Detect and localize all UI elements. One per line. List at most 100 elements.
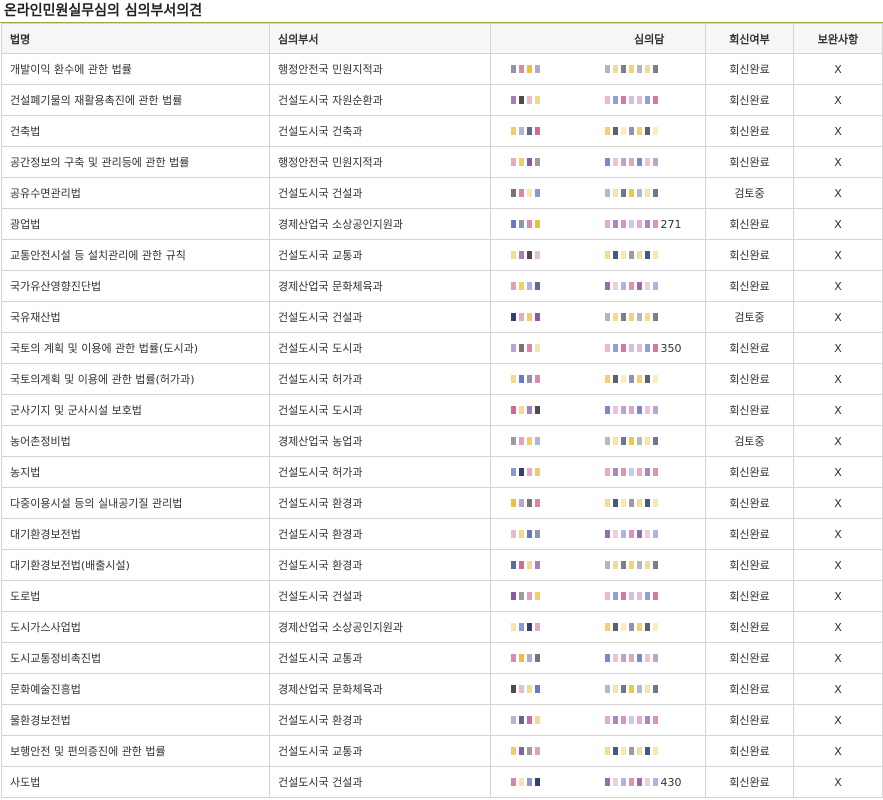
- reply-status-cell: 회신완료: [705, 394, 794, 426]
- pixelated-mask-block: [644, 251, 650, 259]
- pixelated-mask-block: [628, 158, 634, 166]
- table-row[interactable]: 군사기지 및 군사시설 보호법 건설도시국 도시과 회신완료 X: [1, 394, 883, 426]
- department-cell: 건설도시국 건설과: [269, 177, 491, 209]
- pixelated-mask-block: [612, 437, 618, 445]
- supplement-cell: X: [793, 394, 883, 426]
- pixelated-mask-block: [604, 685, 610, 693]
- pixelated-mask-block: [527, 65, 532, 73]
- reviewer-phone-masked: 271: [574, 208, 706, 240]
- table-row[interactable]: 국가유산영향진단법 경제산업국 문화체육과 회신완료 X: [1, 270, 883, 302]
- reviewer-name-masked: [490, 704, 575, 736]
- pixelated-mask-block: [511, 375, 516, 383]
- pixelated-mask-block: [535, 158, 540, 166]
- pixelated-mask-block: [519, 530, 524, 538]
- pixelated-mask-block: [527, 468, 532, 476]
- phone-tail-digits: 430: [660, 775, 682, 789]
- pixelated-mask-block: [527, 499, 532, 507]
- pixelated-mask-block: [527, 282, 532, 290]
- pixelated-mask-block: [535, 189, 540, 197]
- reviewer-phone-masked: [574, 270, 706, 302]
- pixelated-mask-block: [628, 220, 634, 228]
- table-row[interactable]: 농어촌정비법 경제산업국 농업과 검토중 X: [1, 425, 883, 457]
- pixelated-mask-block: [644, 313, 650, 321]
- table-row[interactable]: 농지법 건설도시국 허가과 회신완료 X: [1, 456, 883, 488]
- pixelated-mask-block: [511, 685, 516, 693]
- table-row[interactable]: 공간정보의 구축 및 관리등에 관한 법률 행정안전국 민원지적과 회신완료 X: [1, 146, 883, 178]
- department-cell: 건설도시국 도시과: [269, 394, 491, 426]
- pixelated-mask-block: [604, 437, 610, 445]
- pixelated-mask-block: [604, 747, 610, 755]
- supplement-cell: X: [793, 704, 883, 736]
- pixelated-mask-block: [644, 437, 650, 445]
- reviewer-name-masked: [490, 425, 575, 457]
- supplement-cell: X: [793, 177, 883, 209]
- pixelated-mask-block: [511, 282, 516, 290]
- pixelated-mask-block: [628, 685, 634, 693]
- reviewer-phone-masked: [574, 673, 706, 705]
- pixelated-mask-block: [604, 406, 610, 414]
- pixelated-mask-block: [527, 158, 532, 166]
- table-row[interactable]: 도로법 건설도시국 건설과 회신완료 X: [1, 580, 883, 612]
- department-cell: 건설도시국 교통과: [269, 735, 491, 767]
- pixelated-mask-block: [644, 468, 650, 476]
- table-row[interactable]: 사도법 건설도시국 건설과 430 회신완료 X: [1, 766, 883, 798]
- table-row[interactable]: 교통안전시설 등 설치관리에 관한 규칙 건설도시국 교통과 회신완료 X: [1, 239, 883, 271]
- pixelated-mask-block: [620, 406, 626, 414]
- table-row[interactable]: 문화예술진흥법 경제산업국 문화체육과 회신완료 X: [1, 673, 883, 705]
- reviewer-name-masked: [490, 487, 575, 519]
- table-row[interactable]: 광업법 경제산업국 소상공인지원과 271 회신완료 X: [1, 208, 883, 240]
- pixelated-mask-block: [511, 778, 516, 786]
- pixelated-mask-block: [652, 468, 658, 476]
- law-name-cell: 대기환경보전법: [1, 518, 270, 550]
- table-row[interactable]: 공유수면관리법 건설도시국 건설과 검토중 X: [1, 177, 883, 209]
- pixelated-mask-block: [612, 65, 618, 73]
- pixelated-mask-block: [527, 778, 532, 786]
- reviewer-name-masked: [490, 642, 575, 674]
- pixelated-mask-block: [527, 530, 532, 538]
- pixelated-mask-block: [628, 778, 634, 786]
- table-row[interactable]: 물환경보전법 건설도시국 환경과 회신완료 X: [1, 704, 883, 736]
- table-row[interactable]: 개발이익 환수에 관한 법률 행정안전국 민원지적과 회신완료 X: [1, 53, 883, 85]
- pixelated-mask-block: [636, 282, 642, 290]
- department-cell: 경제산업국 농업과: [269, 425, 491, 457]
- table-row[interactable]: 보행안전 및 편의증진에 관한 법률 건설도시국 교통과 회신완료 X: [1, 735, 883, 767]
- pixelated-mask-block: [612, 716, 618, 724]
- pixelated-mask-block: [612, 778, 618, 786]
- law-name-cell: 대기환경보전법(배출시설): [1, 549, 270, 581]
- pixelated-mask-block: [535, 127, 540, 135]
- department-cell: 건설도시국 환경과: [269, 549, 491, 581]
- law-name-cell: 도시가스사업법: [1, 611, 270, 643]
- table-row[interactable]: 대기환경보전법(배출시설) 건설도시국 환경과 회신완료 X: [1, 549, 883, 581]
- law-name-cell: 국가유산영향진단법: [1, 270, 270, 302]
- pixelated-mask-block: [636, 406, 642, 414]
- table-row[interactable]: 국유재산법 건설도시국 건설과 검토중 X: [1, 301, 883, 333]
- law-name-cell: 국토의계획 및 이용에 관한 법률(허가과): [1, 363, 270, 395]
- pixelated-mask-block: [604, 96, 610, 104]
- pixelated-mask-block: [535, 561, 540, 569]
- reviewer-phone-masked: [574, 146, 706, 178]
- table-row[interactable]: 다중이용시설 등의 실내공기질 관리법 건설도시국 환경과 회신완료 X: [1, 487, 883, 519]
- table-row[interactable]: 도시가스사업법 경제산업국 소상공인지원과 회신완료 X: [1, 611, 883, 643]
- reviewer-phone-masked: [574, 704, 706, 736]
- pixelated-mask-block: [636, 313, 642, 321]
- reviewer-phone-masked: [574, 549, 706, 581]
- law-name-cell: 교통안전시설 등 설치관리에 관한 규칙: [1, 239, 270, 271]
- pixelated-mask-block: [620, 375, 626, 383]
- pixelated-mask-block: [519, 406, 524, 414]
- table-row[interactable]: 건축법 건설도시국 건축과 회신완료 X: [1, 115, 883, 147]
- table-row[interactable]: 도시교통정비촉진법 건설도시국 교통과 회신완료 X: [1, 642, 883, 674]
- pixelated-mask-block: [620, 127, 626, 135]
- table-row[interactable]: 대기환경보전법 건설도시국 환경과 회신완료 X: [1, 518, 883, 550]
- pixelated-mask-block: [636, 251, 642, 259]
- pixelated-mask-block: [527, 96, 532, 104]
- pixelated-mask-block: [535, 592, 540, 600]
- table-row[interactable]: 건설폐기물의 재활용촉진에 관한 법률 건설도시국 자원순환과 회신완료 X: [1, 84, 883, 116]
- table-row[interactable]: 국토의 계획 및 이용에 관한 법률(도시과) 건설도시국 도시과 350 회신완료 X: [1, 332, 883, 364]
- pixelated-mask-block: [604, 282, 610, 290]
- pixelated-mask-block: [612, 468, 618, 476]
- pixelated-mask-block: [535, 220, 540, 228]
- table-row[interactable]: 국토의계획 및 이용에 관한 법률(허가과) 건설도시국 허가과 회신완료 X: [1, 363, 883, 395]
- pixelated-mask-block: [612, 251, 618, 259]
- pixelated-mask-block: [636, 468, 642, 476]
- supplement-cell: X: [793, 53, 883, 85]
